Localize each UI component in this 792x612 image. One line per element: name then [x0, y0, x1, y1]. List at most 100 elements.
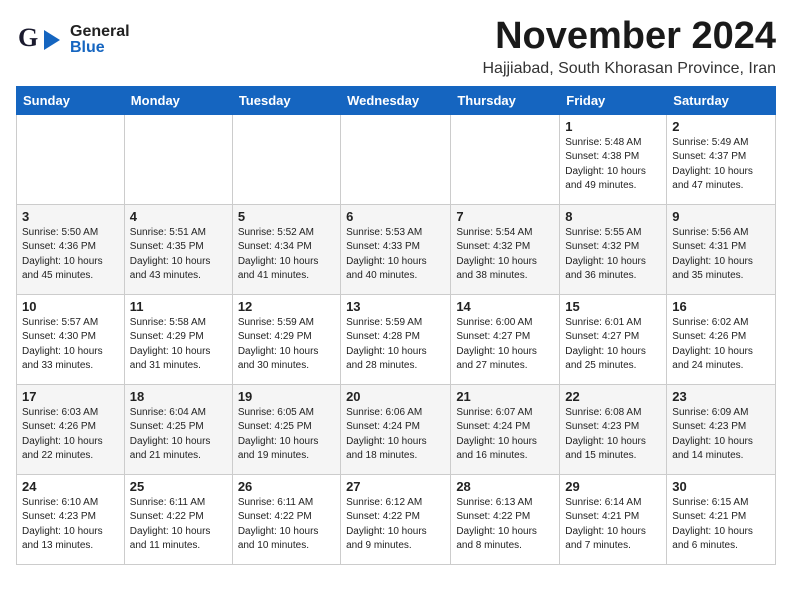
day-number: 16 — [672, 299, 770, 314]
day-info: Sunrise: 6:10 AM Sunset: 4:23 PM Dayligh… — [22, 496, 119, 554]
day-info: Sunrise: 6:07 AM Sunset: 4:24 PM Dayligh… — [456, 406, 554, 464]
day-number: 17 — [22, 389, 119, 404]
calendar-cell: 22 Sunrise: 6:08 AM Sunset: 4:23 PM Dayli… — [560, 384, 667, 474]
calendar-cell: 19 Sunrise: 6:05 AM Sunset: 4:25 PM Dayli… — [232, 384, 340, 474]
day-number: 9 — [672, 209, 770, 224]
day-number: 15 — [565, 299, 661, 314]
day-number: 20 — [346, 389, 445, 404]
weekday-header-friday: Friday — [560, 86, 667, 114]
day-number: 13 — [346, 299, 445, 314]
day-number: 10 — [22, 299, 119, 314]
day-info: Sunrise: 5:48 AM Sunset: 4:38 PM Dayligh… — [565, 136, 661, 194]
day-info: Sunrise: 6:11 AM Sunset: 4:22 PM Dayligh… — [238, 496, 335, 554]
calendar-cell: 9 Sunrise: 5:56 AM Sunset: 4:31 PM Daylig… — [667, 204, 776, 294]
day-info: Sunrise: 6:12 AM Sunset: 4:22 PM Dayligh… — [346, 496, 445, 554]
day-number: 26 — [238, 479, 335, 494]
day-info: Sunrise: 5:52 AM Sunset: 4:34 PM Dayligh… — [238, 226, 335, 284]
week-row-4: 17 Sunrise: 6:03 AM Sunset: 4:26 PM Dayli… — [17, 384, 776, 474]
calendar-cell: 6Sunrise: 5:53 AM Sunset: 4:33 PM Daylig… — [341, 204, 451, 294]
day-number: 5 — [238, 209, 335, 224]
calendar-cell: 28 Sunrise: 6:13 AM Sunset: 4:22 PM Dayli… — [451, 474, 560, 564]
calendar-cell: 20 Sunrise: 6:06 AM Sunset: 4:24 PM Dayli… — [341, 384, 451, 474]
calendar-cell: 13 Sunrise: 5:59 AM Sunset: 4:28 PM Dayli… — [341, 294, 451, 384]
day-number: 27 — [346, 479, 445, 494]
calendar-cell: 25 Sunrise: 6:11 AM Sunset: 4:22 PM Dayli… — [124, 474, 232, 564]
weekday-header-monday: Monday — [124, 86, 232, 114]
weekday-header-row: SundayMondayTuesdayWednesdayThursdayFrid… — [17, 86, 776, 114]
calendar-cell: 4Sunrise: 5:51 AM Sunset: 4:35 PM Daylig… — [124, 204, 232, 294]
calendar-cell: 14 Sunrise: 6:00 AM Sunset: 4:27 PM Dayli… — [451, 294, 560, 384]
calendar-cell: 5 Sunrise: 5:52 AM Sunset: 4:34 PM Daylig… — [232, 204, 340, 294]
page-header: G General Blue November 2024 Hajjiabad, … — [16, 16, 776, 78]
day-info: Sunrise: 6:02 AM Sunset: 4:26 PM Dayligh… — [672, 316, 770, 374]
day-info: Sunrise: 6:00 AM Sunset: 4:27 PM Dayligh… — [456, 316, 554, 374]
day-info: Sunrise: 6:06 AM Sunset: 4:24 PM Dayligh… — [346, 406, 445, 464]
day-number: 11 — [130, 299, 227, 314]
day-info: Sunrise: 5:56 AM Sunset: 4:31 PM Dayligh… — [672, 226, 770, 284]
logo: G General Blue — [16, 16, 130, 64]
calendar-body: 1 Sunrise: 5:48 AM Sunset: 4:38 PM Daylig… — [17, 114, 776, 564]
week-row-5: 24 Sunrise: 6:10 AM Sunset: 4:23 PM Dayli… — [17, 474, 776, 564]
day-info: Sunrise: 5:50 AM Sunset: 4:36 PM Dayligh… — [22, 226, 119, 284]
calendar-cell: 24 Sunrise: 6:10 AM Sunset: 4:23 PM Dayli… — [17, 474, 125, 564]
day-info: Sunrise: 5:49 AM Sunset: 4:37 PM Dayligh… — [672, 136, 770, 194]
day-info: Sunrise: 6:05 AM Sunset: 4:25 PM Dayligh… — [238, 406, 335, 464]
day-number: 23 — [672, 389, 770, 404]
weekday-header-saturday: Saturday — [667, 86, 776, 114]
logo-blue: Blue — [70, 40, 130, 56]
day-info: Sunrise: 5:57 AM Sunset: 4:30 PM Dayligh… — [22, 316, 119, 374]
calendar-cell: 21 Sunrise: 6:07 AM Sunset: 4:24 PM Dayli… — [451, 384, 560, 474]
week-row-2: 3 Sunrise: 5:50 AM Sunset: 4:36 PM Daylig… — [17, 204, 776, 294]
calendar-cell: 3 Sunrise: 5:50 AM Sunset: 4:36 PM Daylig… — [17, 204, 125, 294]
month-title: November 2024 — [482, 16, 776, 58]
day-number: 19 — [238, 389, 335, 404]
day-number: 1 — [565, 119, 661, 134]
calendar-cell: 12Sunrise: 5:59 AM Sunset: 4:29 PM Dayli… — [232, 294, 340, 384]
day-info: Sunrise: 6:15 AM Sunset: 4:21 PM Dayligh… — [672, 496, 770, 554]
day-info: Sunrise: 6:01 AM Sunset: 4:27 PM Dayligh… — [565, 316, 661, 374]
day-info: Sunrise: 6:14 AM Sunset: 4:21 PM Dayligh… — [565, 496, 661, 554]
calendar-cell: 16 Sunrise: 6:02 AM Sunset: 4:26 PM Dayli… — [667, 294, 776, 384]
calendar-cell — [341, 114, 451, 204]
day-info: Sunrise: 5:55 AM Sunset: 4:32 PM Dayligh… — [565, 226, 661, 284]
calendar-cell: 23Sunrise: 6:09 AM Sunset: 4:23 PM Dayli… — [667, 384, 776, 474]
title-area: November 2024 Hajjiabad, South Khorasan … — [482, 16, 776, 78]
day-info: Sunrise: 5:59 AM Sunset: 4:28 PM Dayligh… — [346, 316, 445, 374]
week-row-3: 10 Sunrise: 5:57 AM Sunset: 4:30 PM Dayli… — [17, 294, 776, 384]
day-number: 24 — [22, 479, 119, 494]
day-number: 21 — [456, 389, 554, 404]
day-info: Sunrise: 6:11 AM Sunset: 4:22 PM Dayligh… — [130, 496, 227, 554]
svg-text:G: G — [18, 23, 38, 52]
day-info: Sunrise: 5:51 AM Sunset: 4:35 PM Dayligh… — [130, 226, 227, 284]
day-number: 29 — [565, 479, 661, 494]
calendar-cell: 26 Sunrise: 6:11 AM Sunset: 4:22 PM Dayli… — [232, 474, 340, 564]
day-info: Sunrise: 6:08 AM Sunset: 4:23 PM Dayligh… — [565, 406, 661, 464]
day-number: 12 — [238, 299, 335, 314]
day-info: Sunrise: 6:03 AM Sunset: 4:26 PM Dayligh… — [22, 406, 119, 464]
calendar-cell — [232, 114, 340, 204]
calendar-cell: 30 Sunrise: 6:15 AM Sunset: 4:21 PM Dayli… — [667, 474, 776, 564]
day-number: 30 — [672, 479, 770, 494]
day-number: 25 — [130, 479, 227, 494]
calendar-cell: 2Sunrise: 5:49 AM Sunset: 4:37 PM Daylig… — [667, 114, 776, 204]
week-row-1: 1 Sunrise: 5:48 AM Sunset: 4:38 PM Daylig… — [17, 114, 776, 204]
day-number: 14 — [456, 299, 554, 314]
day-number: 7 — [456, 209, 554, 224]
calendar-cell — [451, 114, 560, 204]
day-number: 22 — [565, 389, 661, 404]
location-title: Hajjiabad, South Khorasan Province, Iran — [482, 60, 776, 78]
calendar-cell: 27 Sunrise: 6:12 AM Sunset: 4:22 PM Dayli… — [341, 474, 451, 564]
day-info: Sunrise: 5:53 AM Sunset: 4:33 PM Dayligh… — [346, 226, 445, 284]
calendar-cell: 1 Sunrise: 5:48 AM Sunset: 4:38 PM Daylig… — [560, 114, 667, 204]
calendar-cell: 18Sunrise: 6:04 AM Sunset: 4:25 PM Dayli… — [124, 384, 232, 474]
day-number: 28 — [456, 479, 554, 494]
day-number: 3 — [22, 209, 119, 224]
weekday-header-sunday: Sunday — [17, 86, 125, 114]
weekday-header-tuesday: Tuesday — [232, 86, 340, 114]
calendar-cell — [17, 114, 125, 204]
day-info: Sunrise: 6:04 AM Sunset: 4:25 PM Dayligh… — [130, 406, 227, 464]
day-info: Sunrise: 6:13 AM Sunset: 4:22 PM Dayligh… — [456, 496, 554, 554]
calendar-cell: 7Sunrise: 5:54 AM Sunset: 4:32 PM Daylig… — [451, 204, 560, 294]
logo-general: General — [70, 24, 130, 40]
calendar-cell: 11Sunrise: 5:58 AM Sunset: 4:29 PM Dayli… — [124, 294, 232, 384]
